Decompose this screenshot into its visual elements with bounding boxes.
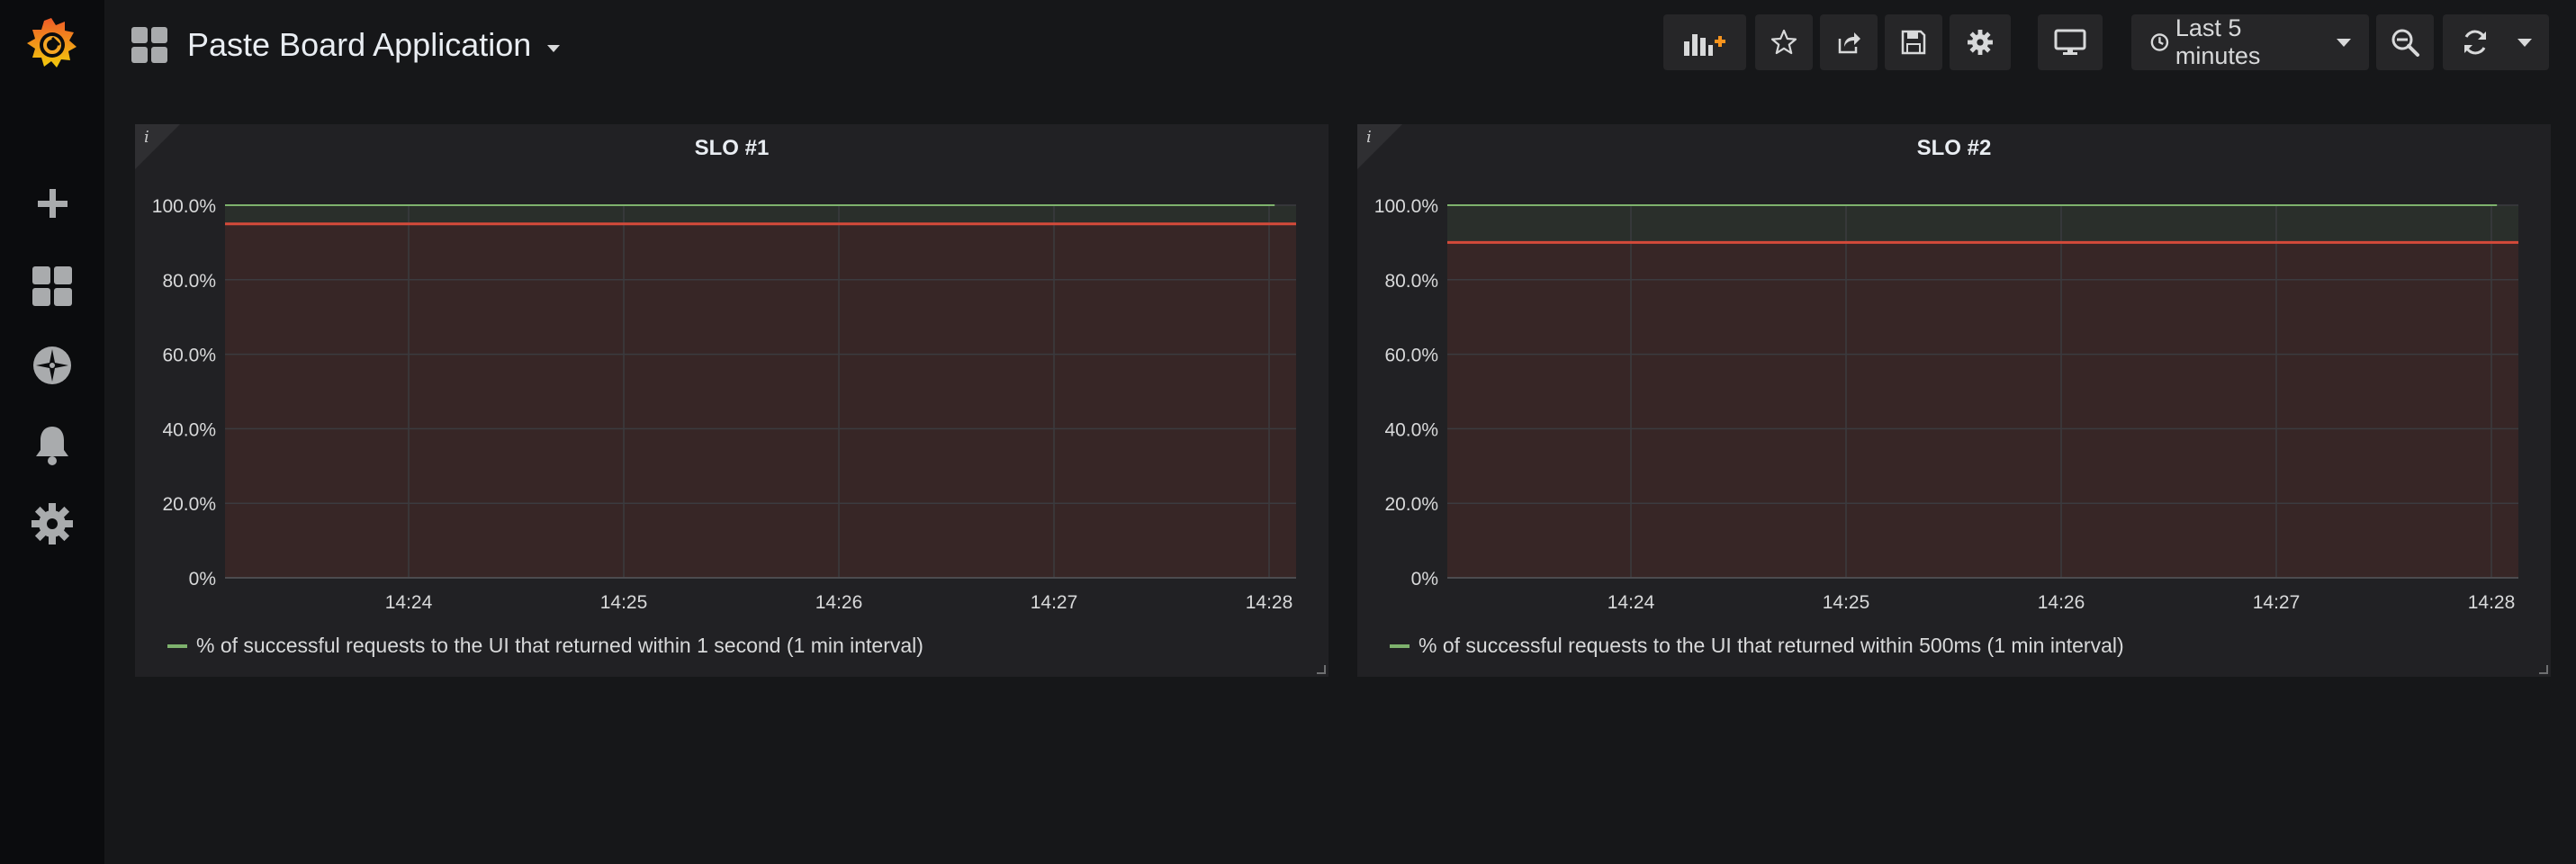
resize-handle[interactable] xyxy=(2539,665,2548,674)
y-tick-label: 40.0% xyxy=(162,419,216,440)
monitor-icon xyxy=(2054,29,2086,55)
y-tick-label: 60.0% xyxy=(162,346,216,366)
x-tick-label: 14:28 xyxy=(2468,592,2516,613)
add-panel-button[interactable] xyxy=(1663,14,1746,70)
dashboards-icon[interactable] xyxy=(27,261,77,311)
x-tick-label: 14:24 xyxy=(1608,592,1655,613)
x-tick-label: 14:26 xyxy=(815,592,863,613)
share-icon xyxy=(1838,32,1860,54)
chevron-down-icon xyxy=(2337,38,2351,47)
ok-region-fill xyxy=(1447,205,2518,243)
time-range-label: Last 5 minutes xyxy=(2175,14,2261,69)
compass-icon[interactable] xyxy=(27,340,77,391)
resize-handle[interactable] xyxy=(1317,665,1326,674)
refresh-button-group[interactable] xyxy=(2443,14,2549,70)
x-tick-label: 14:28 xyxy=(1246,592,1293,613)
x-tick-label: 14:27 xyxy=(1031,592,1078,613)
share-button[interactable] xyxy=(1820,14,1878,70)
y-tick-label: 80.0% xyxy=(162,271,216,292)
star-icon xyxy=(1770,29,1797,55)
y-tick-label: 100.0% xyxy=(152,196,216,217)
refresh-interval-chevron-down-icon[interactable] xyxy=(2517,38,2532,47)
y-tick-label: 60.0% xyxy=(1384,346,1438,366)
gear-icon xyxy=(1968,30,1993,55)
x-tick-label: 14:25 xyxy=(600,592,648,613)
gear-icon[interactable] xyxy=(27,499,77,549)
y-tick-label: 20.0% xyxy=(1384,494,1438,515)
settings-button[interactable] xyxy=(1950,14,2011,70)
zoom-out-button[interactable] xyxy=(2376,14,2434,70)
x-tick-label: 14:24 xyxy=(385,592,433,613)
save-icon xyxy=(1901,30,1926,55)
dashboard-grid-icon xyxy=(131,27,167,63)
y-tick-label: 20.0% xyxy=(162,494,216,515)
legend-color-swatch xyxy=(1390,644,1410,648)
threshold-fill xyxy=(1447,242,2518,578)
plus-icon[interactable] xyxy=(27,178,77,229)
x-tick-label: 14:27 xyxy=(2253,592,2301,613)
ok-region-fill xyxy=(225,205,1296,224)
x-tick-label: 14:25 xyxy=(1823,592,1870,613)
add-panel-icon xyxy=(1684,34,1725,56)
graph-plot[interactable]: 0% 20.0% 40.0% 60.0% 80.0% 100.0% 14:24 14:25 14… xyxy=(1357,124,2551,677)
x-tick-label: 14:26 xyxy=(2038,592,2085,613)
chevron-down-icon xyxy=(547,45,561,52)
tv-mode-button[interactable] xyxy=(2038,14,2103,70)
legend-label: % of successful requests to the UI that … xyxy=(1419,634,2124,657)
dashboard-picker[interactable]: Paste Board Application xyxy=(131,20,561,70)
y-tick-label: 0% xyxy=(189,569,216,590)
panel-slo-1: i SLO #1 0% 20.0% 40.0% 60.0% 80.0% 100.0% 14:… xyxy=(135,124,1329,677)
star-button[interactable] xyxy=(1755,14,1813,70)
legend-color-swatch xyxy=(167,644,187,648)
clock-icon xyxy=(2150,33,2169,51)
legend-label: % of successful requests to the UI that … xyxy=(196,634,923,657)
side-menu xyxy=(0,0,104,864)
grafana-logo-icon[interactable] xyxy=(20,13,83,76)
dashboard-title: Paste Board Application xyxy=(187,26,532,63)
y-tick-label: 100.0% xyxy=(1374,196,1438,217)
y-tick-label: 40.0% xyxy=(1384,419,1438,440)
panel-slo-2: i SLO #2 0% 20.0% 40.0% 60.0% 80.0% 100.0% 14:… xyxy=(1357,124,2551,677)
threshold-fill xyxy=(225,223,1296,578)
y-tick-label: 80.0% xyxy=(1384,271,1438,292)
zoom-out-icon xyxy=(2391,29,2419,57)
bell-icon[interactable] xyxy=(27,419,77,470)
save-button[interactable] xyxy=(1885,14,1942,70)
refresh-icon xyxy=(2464,30,2486,55)
time-range-picker[interactable]: Last 5 minutes xyxy=(2131,14,2369,70)
y-tick-label: 0% xyxy=(1411,569,1438,590)
legend-item[interactable]: % of successful requests to the UI that … xyxy=(167,634,923,658)
graph-plot[interactable]: 0% 20.0% 40.0% 60.0% 80.0% 100.0% 14:24 14:25 14… xyxy=(135,124,1329,677)
legend-item[interactable]: % of successful requests to the UI that … xyxy=(1390,634,2124,658)
